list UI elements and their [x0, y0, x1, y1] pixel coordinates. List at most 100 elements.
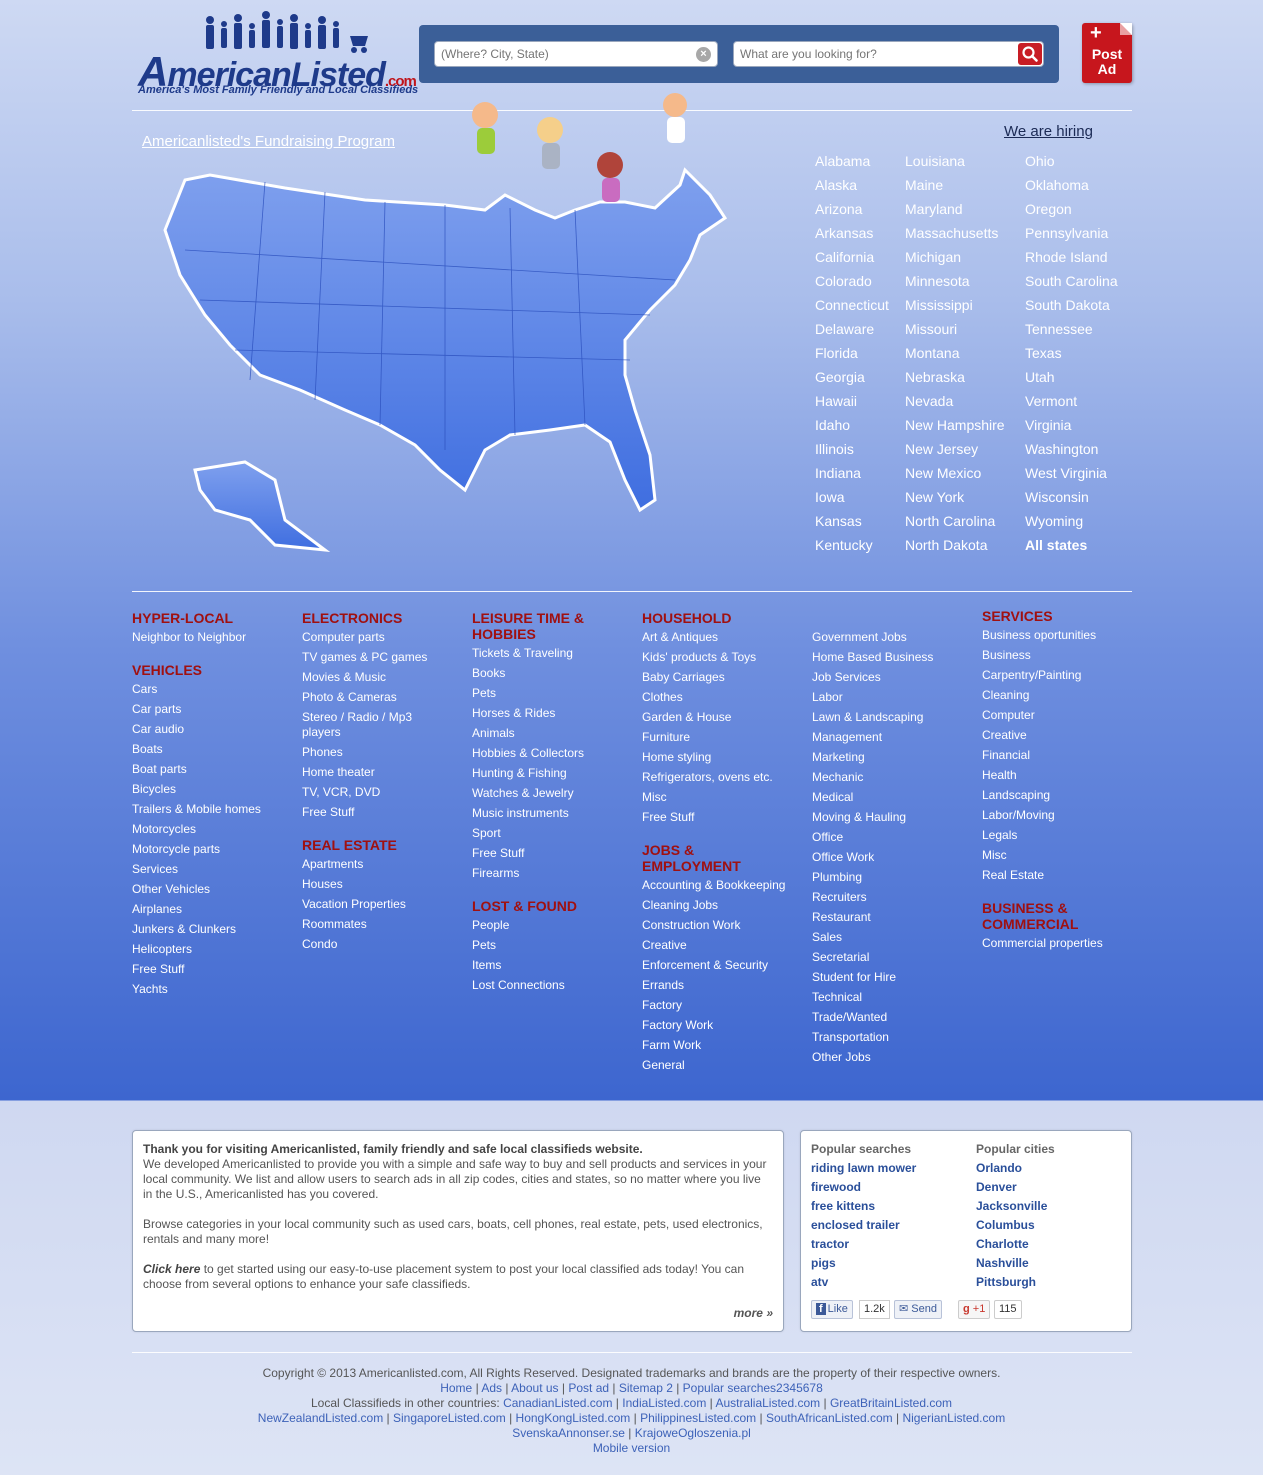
category-link[interactable]: Transportation: [812, 1030, 977, 1045]
category-title-realestate[interactable]: REAL ESTATE: [302, 837, 452, 853]
fundraising-link[interactable]: Americanlisted's Fundraising Program: [142, 133, 395, 150]
category-link[interactable]: Music instruments: [472, 806, 622, 821]
all-states-link[interactable]: All states: [1025, 537, 1118, 561]
category-title-leisure[interactable]: LEISURE TIME & HOBBIES: [472, 610, 612, 642]
category-link[interactable]: Kids' products & Toys: [642, 650, 807, 665]
state-link[interactable]: Georgia: [815, 369, 889, 393]
category-link[interactable]: Landscaping: [982, 788, 1132, 803]
query-field[interactable]: [733, 41, 1044, 67]
state-link[interactable]: Hawaii: [815, 393, 889, 417]
state-link[interactable]: Arkansas: [815, 225, 889, 249]
popular-city-link[interactable]: Denver: [976, 1180, 1055, 1195]
category-link[interactable]: Computer: [982, 708, 1132, 723]
category-link[interactable]: Trade/Wanted: [812, 1010, 977, 1025]
state-link[interactable]: Connecticut: [815, 297, 889, 321]
country-site-link[interactable]: GreatBritainListed.com: [830, 1396, 952, 1410]
us-map[interactable]: [155, 90, 745, 570]
category-link[interactable]: Bicycles: [132, 782, 297, 797]
category-link[interactable]: Photo & Cameras: [302, 690, 452, 705]
state-link[interactable]: South Carolina: [1025, 273, 1118, 297]
category-link[interactable]: Roommates: [302, 917, 452, 932]
category-link[interactable]: Management: [812, 730, 977, 745]
category-link[interactable]: Boat parts: [132, 762, 297, 777]
state-link[interactable]: Virginia: [1025, 417, 1118, 441]
country-site-link[interactable]: AustraliaListed.com: [715, 1396, 820, 1410]
category-link[interactable]: Refrigerators, ovens etc.: [642, 770, 807, 785]
category-link[interactable]: Carpentry/Painting: [982, 668, 1132, 683]
category-link[interactable]: Free Stuff: [642, 810, 807, 825]
category-link[interactable]: Pets: [472, 686, 622, 701]
category-link[interactable]: Labor/Moving: [982, 808, 1132, 823]
category-link[interactable]: Free Stuff: [472, 846, 622, 861]
category-link[interactable]: Car parts: [132, 702, 297, 717]
category-link[interactable]: Neighbor to Neighbor: [132, 630, 297, 645]
category-link[interactable]: Free Stuff: [132, 962, 297, 977]
site-logo[interactable]: AmericanListed.com America's Most Family…: [138, 10, 418, 100]
category-link[interactable]: Books: [472, 666, 622, 681]
country-site-link[interactable]: CanadianListed.com: [503, 1396, 612, 1410]
category-link[interactable]: Misc: [642, 790, 807, 805]
category-link[interactable]: Animals: [472, 726, 622, 741]
category-link[interactable]: Motorcycle parts: [132, 842, 297, 857]
country-site-link[interactable]: IndiaListed.com: [622, 1396, 706, 1410]
google-plus-button[interactable]: g +1: [958, 1300, 991, 1319]
country-site-link[interactable]: HongKongListed.com: [516, 1411, 631, 1425]
category-link[interactable]: Home theater: [302, 765, 452, 780]
category-link[interactable]: Condo: [302, 937, 452, 952]
facebook-like-button[interactable]: f Like: [811, 1300, 853, 1319]
category-link[interactable]: Student for Hire: [812, 970, 977, 985]
category-link[interactable]: Airplanes: [132, 902, 297, 917]
category-link[interactable]: Technical: [812, 990, 977, 1005]
state-link[interactable]: North Carolina: [905, 513, 1005, 537]
category-link[interactable]: Sport: [472, 826, 622, 841]
category-link[interactable]: Creative: [982, 728, 1132, 743]
state-link[interactable]: Nebraska: [905, 369, 1005, 393]
category-link[interactable]: Horses & Rides: [472, 706, 622, 721]
footer-link-about[interactable]: About us: [511, 1381, 558, 1395]
location-field[interactable]: ×: [434, 41, 718, 67]
state-link[interactable]: Indiana: [815, 465, 889, 489]
category-link[interactable]: Art & Antiques: [642, 630, 807, 645]
category-link[interactable]: Garden & House: [642, 710, 807, 725]
state-link[interactable]: Wisconsin: [1025, 489, 1118, 513]
category-link[interactable]: Recruiters: [812, 890, 977, 905]
state-link[interactable]: Oregon: [1025, 201, 1118, 225]
category-link[interactable]: Yachts: [132, 982, 297, 997]
category-link[interactable]: Items: [472, 958, 622, 973]
category-title-lostfound[interactable]: LOST & FOUND: [472, 898, 622, 914]
country-site-link[interactable]: PhilippinesListed.com: [640, 1411, 756, 1425]
state-link[interactable]: Alabama: [815, 153, 889, 177]
search-button[interactable]: [1018, 43, 1042, 65]
category-link[interactable]: Stereo / Radio / Mp3 players: [302, 710, 422, 740]
state-link[interactable]: Arizona: [815, 201, 889, 225]
category-link[interactable]: Enforcement & Security: [642, 958, 807, 973]
state-link[interactable]: New York: [905, 489, 1005, 513]
location-input[interactable]: [441, 47, 681, 61]
category-link[interactable]: TV, VCR, DVD: [302, 785, 452, 800]
state-link[interactable]: Missouri: [905, 321, 1005, 345]
category-link[interactable]: Factory Work: [642, 1018, 807, 1033]
category-link[interactable]: Pets: [472, 938, 622, 953]
category-link[interactable]: Junkers & Clunkers: [132, 922, 297, 937]
category-link[interactable]: Office: [812, 830, 977, 845]
category-link[interactable]: Lost Connections: [472, 978, 622, 993]
popular-search-link[interactable]: riding lawn mower: [811, 1161, 916, 1176]
country-site-link[interactable]: KrajoweOgloszenia.pl: [635, 1426, 751, 1440]
category-link[interactable]: Boats: [132, 742, 297, 757]
category-link[interactable]: Helicopters: [132, 942, 297, 957]
state-link[interactable]: North Dakota: [905, 537, 1005, 561]
category-link[interactable]: Job Services: [812, 670, 977, 685]
popular-city-link[interactable]: Jacksonville: [976, 1199, 1055, 1214]
category-link[interactable]: Business: [982, 648, 1132, 663]
category-link[interactable]: Medical: [812, 790, 977, 805]
category-link[interactable]: Free Stuff: [302, 805, 452, 820]
state-link[interactable]: Montana: [905, 345, 1005, 369]
category-link[interactable]: Car audio: [132, 722, 297, 737]
category-link[interactable]: Marketing: [812, 750, 977, 765]
category-link[interactable]: Office Work: [812, 850, 977, 865]
state-link[interactable]: Nevada: [905, 393, 1005, 417]
clear-icon[interactable]: ×: [696, 47, 711, 62]
category-link[interactable]: Creative: [642, 938, 807, 953]
state-link[interactable]: Colorado: [815, 273, 889, 297]
popular-city-link[interactable]: Nashville: [976, 1256, 1055, 1271]
